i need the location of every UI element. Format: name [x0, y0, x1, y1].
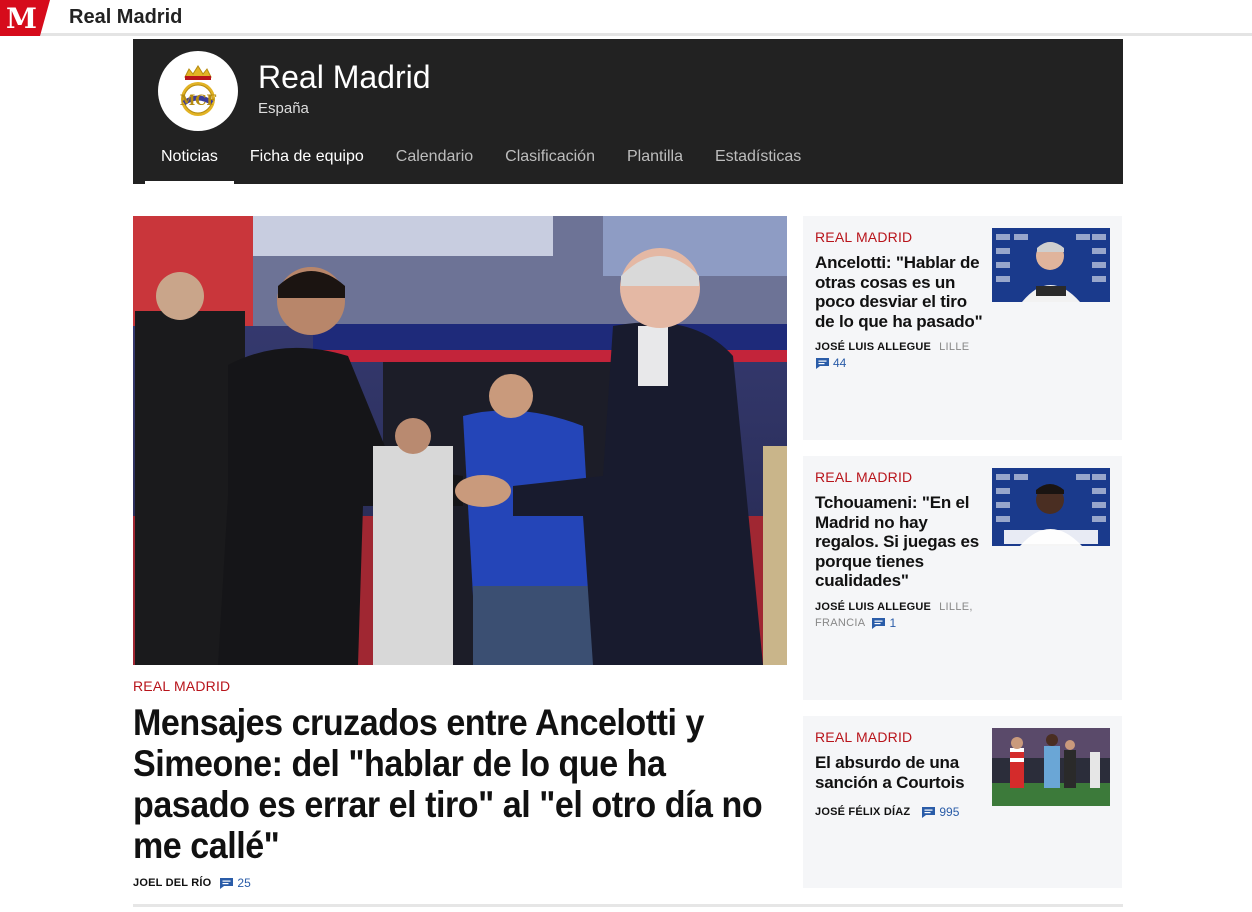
side-story-meta: JOSÉ FÉLIX DÍAZ 995 — [815, 804, 985, 820]
comment-icon — [872, 617, 886, 629]
main-story-meta: JOEL DEL RÍO 25 — [133, 876, 251, 890]
comment-icon — [922, 806, 936, 818]
comment-icon — [220, 877, 234, 889]
side-story-thumbnail[interactable] — [992, 728, 1110, 806]
side-story-kicker[interactable]: REAL MADRID — [815, 729, 912, 745]
tab-clasificacion[interactable]: Clasificación — [489, 144, 611, 184]
side-story-comments[interactable]: 1 — [871, 615, 896, 631]
side-story-kicker[interactable]: REAL MADRID — [815, 469, 912, 485]
marca-logo[interactable]: M — [0, 0, 50, 36]
side-story-meta: JOSÉ LUIS ALLEGUE LILLE, FRANCIA 1 — [815, 599, 985, 631]
side-story-headline[interactable]: El absurdo de una sanción a Courtois — [815, 753, 985, 792]
side-story-thumbnail[interactable] — [992, 468, 1110, 546]
svg-text:M: M — [6, 2, 37, 35]
side-story-meta: JOSÉ LUIS ALLEGUE LILLE 44 — [815, 339, 985, 371]
side-story-author[interactable]: JOSÉ LUIS ALLEGUE — [815, 601, 931, 613]
team-country: España — [258, 100, 309, 117]
side-story-thumbnail[interactable] — [992, 228, 1110, 302]
side-story-card-1[interactable]: REAL MADRID Ancelotti: "Hablar de otras … — [803, 216, 1122, 440]
side-story-location: LILLE — [939, 341, 970, 353]
side-story-comment-count: 1 — [889, 616, 897, 631]
tab-ficha-de-equipo[interactable]: Ficha de equipo — [234, 144, 380, 184]
main-story-image[interactable] — [133, 216, 787, 665]
team-crest-icon: MCF — [158, 51, 238, 131]
team-tabs: Noticias Ficha de equipo Calendario Clas… — [145, 144, 817, 184]
side-story-author[interactable]: JOSÉ FÉLIX DÍAZ — [815, 806, 910, 818]
main-story-headline[interactable]: Mensajes cruzados entre Ancelotti y Sime… — [133, 702, 788, 866]
side-story-comments[interactable]: 44 — [815, 355, 846, 371]
tab-noticias[interactable]: Noticias — [145, 144, 234, 184]
main-story-author[interactable]: JOEL DEL RÍO — [133, 877, 211, 889]
team-header: MCF Real Madrid España Noticias Ficha de… — [133, 39, 1123, 184]
side-story-author[interactable]: JOSÉ LUIS ALLEGUE — [815, 341, 931, 353]
team-name: Real Madrid — [258, 59, 431, 95]
side-story-headline[interactable]: Tchouameni: "En el Madrid no hay regalos… — [815, 493, 985, 591]
side-story-comments[interactable]: 995 — [921, 804, 959, 820]
side-story-card-3[interactable]: REAL MADRID El absurdo de una sanción a … — [803, 716, 1122, 888]
side-story-comment-count: 44 — [833, 356, 847, 371]
svg-text:MCF: MCF — [180, 93, 217, 109]
main-story-comments[interactable]: 25 — [219, 876, 251, 890]
section-title[interactable]: Real Madrid — [69, 6, 182, 29]
side-story-card-2[interactable]: REAL MADRID Tchouameni: "En el Madrid no… — [803, 456, 1122, 700]
side-story-headline[interactable]: Ancelotti: "Hablar de otras cosas es un … — [815, 253, 985, 331]
main-story-comment-count: 25 — [237, 876, 251, 890]
tab-calendario[interactable]: Calendario — [380, 144, 489, 184]
side-story-kicker[interactable]: REAL MADRID — [815, 229, 912, 245]
top-bar: M Real Madrid — [0, 0, 1252, 36]
main-story-kicker[interactable]: REAL MADRID — [133, 678, 230, 694]
comment-icon — [816, 357, 829, 369]
tab-estadisticas[interactable]: Estadísticas — [699, 144, 817, 184]
side-story-comment-count: 995 — [939, 805, 960, 820]
section-divider — [133, 904, 1123, 907]
tab-plantilla[interactable]: Plantilla — [611, 144, 699, 184]
